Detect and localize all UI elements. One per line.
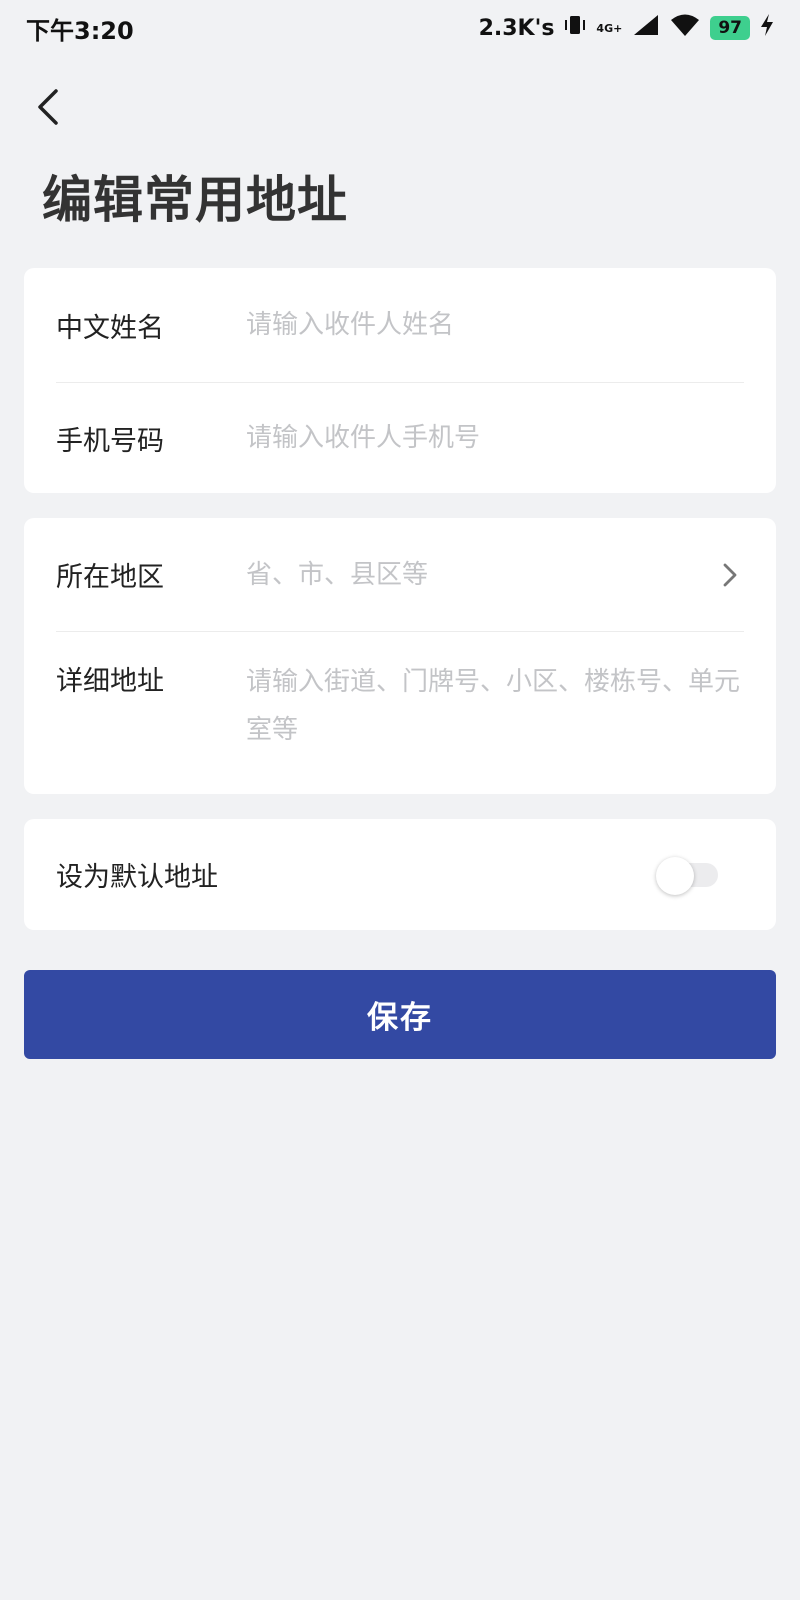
phone-input[interactable] [246, 423, 744, 453]
save-button[interactable]: 保存 [24, 970, 776, 1059]
status-indicators: 2.3K's 4G+ 97 [479, 13, 774, 43]
signal-type: 4G+ [596, 21, 623, 35]
battery-level: 97 [710, 16, 750, 40]
back-arrow-icon [36, 88, 60, 130]
region-label: 所在地区 [56, 562, 164, 593]
status-time: 下午3:20 [26, 16, 134, 45]
detail-label: 详细地址 [56, 666, 164, 697]
phone-label: 手机号码 [56, 425, 164, 457]
network-speed: 2.3K's [478, 15, 555, 41]
name-row: 中文姓名 [56, 268, 744, 383]
default-label: 设为默认地址 [56, 862, 218, 893]
back-button[interactable] [28, 86, 68, 132]
address-card: 所在地区 详细地址 [24, 518, 776, 794]
page-title: 编辑常用地址 [42, 171, 348, 229]
detail-row: 详细地址 [56, 632, 744, 794]
cell-signal-icon [632, 13, 660, 43]
toggle-knob [656, 856, 694, 895]
wifi-icon [670, 13, 700, 43]
name-label: 中文姓名 [56, 312, 164, 344]
default-toggle[interactable] [656, 856, 724, 895]
charging-icon [760, 13, 774, 43]
phone-row: 手机号码 [56, 383, 744, 493]
region-selector[interactable] [246, 559, 716, 590]
vibrate-icon [564, 13, 586, 43]
chevron-right-icon[interactable] [716, 557, 744, 593]
region-row[interactable]: 所在地区 [56, 518, 744, 632]
status-bar: 下午3:20 2.3K's 4G+ 97 [0, 0, 800, 56]
contact-card: 中文姓名 手机号码 [24, 268, 776, 493]
name-input[interactable] [246, 310, 744, 340]
default-card: 设为默认地址 [24, 819, 776, 930]
detail-address-input[interactable] [246, 658, 744, 758]
default-row: 设为默认地址 [56, 819, 744, 930]
